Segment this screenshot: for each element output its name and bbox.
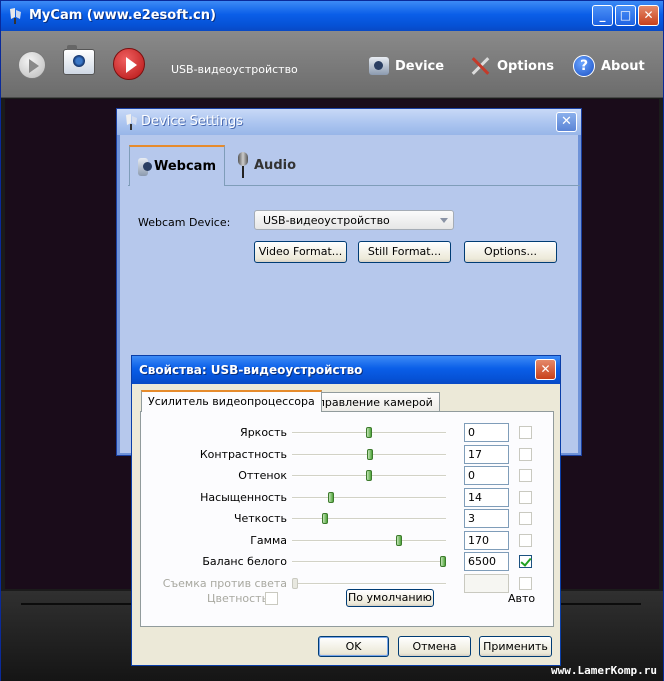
main-toolbar: USB-видеоустройство Device Options ? Abo… (1, 31, 663, 98)
color-enable-checkbox[interactable] (265, 592, 278, 605)
main-window-title: MyCam (www.e2esoft.cn) (29, 8, 216, 23)
auto-column-label: Авто (508, 592, 536, 605)
record-icon[interactable] (113, 48, 145, 80)
property-slider-thumb[interactable] (366, 427, 372, 438)
properties-titlebar[interactable]: Свойства: USB-видеоустройство ✕ (132, 356, 560, 384)
property-value-field[interactable]: 14 (464, 487, 509, 507)
video-format-button[interactable]: Video Format... (254, 241, 347, 263)
property-auto-checkbox[interactable] (519, 447, 532, 461)
tab-video-proc-amp[interactable]: Усилитель видеопроцессора (141, 390, 322, 412)
tab-audio[interactable]: Audio (230, 145, 304, 185)
property-auto-checkbox[interactable] (519, 576, 532, 590)
apply-button[interactable]: Применить (479, 636, 552, 657)
options-button-label: Options (497, 58, 554, 74)
property-value-field[interactable]: 6500 (464, 552, 509, 571)
help-icon: ? (573, 55, 595, 77)
color-enable-label: Цветность (207, 592, 269, 605)
device-settings-app-icon (123, 113, 139, 131)
device-settings-title: Device Settings (141, 114, 243, 129)
property-slider-thumb[interactable] (292, 577, 298, 589)
device-settings-titlebar[interactable]: Device Settings ✕ (117, 109, 581, 135)
options-button[interactable]: Options (469, 53, 554, 79)
webcam-device-select[interactable]: USB-видеоустройство (254, 210, 454, 230)
still-format-button[interactable]: Still Format... (358, 241, 451, 263)
property-value-field[interactable]: 0 (464, 466, 509, 485)
property-row: Яркость 0 (141, 423, 555, 443)
property-label: Оттенок (238, 469, 287, 482)
webcam-tab-icon (138, 157, 152, 176)
webcam-device-label: Webcam Device: (138, 216, 231, 229)
property-slider-track[interactable] (292, 496, 446, 499)
property-auto-checkbox[interactable] (519, 426, 532, 439)
property-slider-track[interactable] (292, 539, 446, 542)
property-slider-track[interactable] (292, 582, 446, 585)
property-value-field[interactable]: 17 (464, 444, 509, 464)
default-button[interactable]: По умолчанию (346, 589, 434, 607)
property-slider-thumb[interactable] (395, 534, 402, 546)
properties-panel: Яркость 0 Контрастность 17 Оттенок 0 Насыщенно… (140, 411, 554, 627)
property-value-field[interactable] (464, 573, 509, 593)
device-button[interactable]: Device (369, 53, 444, 79)
tab-webcam[interactable]: Webcam (129, 145, 225, 186)
property-auto-checkbox[interactable] (519, 555, 532, 568)
maximize-button[interactable]: □ (615, 5, 636, 26)
property-label: Баланс белого (202, 555, 287, 568)
property-slider-thumb[interactable] (327, 491, 334, 503)
device-options-button[interactable]: Options... (464, 241, 557, 263)
microphone-icon (238, 152, 248, 178)
property-label: Насыщенность (200, 490, 287, 504)
cancel-button[interactable]: Отмена (398, 636, 471, 657)
property-value-field[interactable]: 0 (464, 423, 509, 442)
properties-title: Свойства: USB-видеоустройство (139, 363, 363, 377)
properties-close-button[interactable]: ✕ (535, 359, 556, 380)
device-button-label: Device (395, 58, 445, 74)
property-row: Оттенок 0 (141, 466, 555, 486)
property-row: Гамма 170 (141, 530, 555, 551)
property-label: Контрастность (199, 447, 287, 461)
property-label: Гамма (250, 533, 287, 547)
device-settings-close-button[interactable]: ✕ (556, 112, 577, 132)
tab-audio-label: Audio (254, 157, 297, 173)
property-label: Яркость (240, 426, 287, 439)
tools-icon (469, 55, 491, 77)
minimize-button[interactable]: _ (592, 5, 613, 26)
property-slider-thumb[interactable] (366, 470, 372, 481)
play-icon[interactable] (18, 51, 46, 79)
property-value-field[interactable]: 170 (464, 530, 509, 550)
property-slider-track[interactable] (292, 561, 446, 563)
chevron-down-icon (440, 218, 448, 223)
property-label: Четкость (233, 512, 287, 525)
snapshot-camera-icon[interactable] (63, 45, 95, 75)
about-button[interactable]: ? About (573, 53, 645, 79)
property-auto-checkbox[interactable] (519, 469, 532, 482)
property-row: Четкость 3 (141, 509, 555, 529)
property-row: Баланс белого 6500 (141, 552, 555, 572)
webcam-device-value: USB-видеоустройство (263, 214, 390, 227)
watermark-text: www.LamerKomp.ru (551, 664, 657, 677)
property-label: Съемка против света (162, 576, 287, 590)
property-slider-thumb[interactable] (367, 448, 374, 460)
properties-dialog: Свойства: USB-видеоустройство ✕ Усилител… (131, 355, 561, 666)
current-device-name: USB-видеоустройство (171, 63, 298, 76)
mycam-app-icon (7, 7, 23, 25)
property-auto-checkbox[interactable] (519, 512, 532, 525)
property-auto-checkbox[interactable] (519, 490, 532, 504)
main-titlebar[interactable]: MyCam (www.e2esoft.cn) _ □ ✕ (1, 1, 663, 31)
property-slider-thumb[interactable] (440, 556, 446, 567)
property-slider-track[interactable] (292, 518, 446, 520)
tab-webcam-label: Webcam (153, 159, 216, 174)
about-button-label: About (601, 58, 645, 74)
property-row: Контрастность 17 (141, 444, 555, 465)
property-auto-checkbox[interactable] (519, 533, 532, 547)
property-row: Насыщенность 14 (141, 487, 555, 508)
property-slider-thumb[interactable] (321, 513, 328, 524)
ok-button[interactable]: OK (318, 636, 389, 657)
tab-camera-control[interactable]: Управление камерой (304, 392, 440, 412)
close-button[interactable]: ✕ (638, 5, 659, 26)
webcam-icon (369, 57, 389, 75)
property-value-field[interactable]: 3 (464, 509, 509, 528)
